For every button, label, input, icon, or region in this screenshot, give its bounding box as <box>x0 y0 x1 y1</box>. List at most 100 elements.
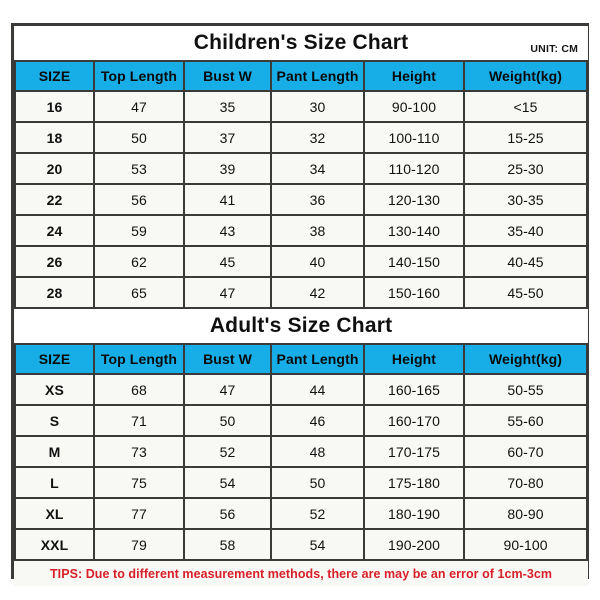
children-title-row: Children's Size Chart UNIT: CM <box>15 26 588 62</box>
tips-note: TIPS: Due to different measurement metho… <box>50 567 553 581</box>
size-value-cell: 24 <box>14 214 95 247</box>
measurement-cell: 40 <box>270 245 365 278</box>
measurement-cell: 44 <box>270 373 365 406</box>
measurement-cell: 25-30 <box>462 152 589 185</box>
measurement-cell: 42 <box>270 276 365 309</box>
column-header-weight-kg: Weight(kg) <box>462 60 589 92</box>
table-row: M 73 52 48 170-175 60-70 <box>14 435 589 468</box>
measurement-cell: 47 <box>183 373 272 406</box>
adults-header-row: SIZE Top Length Bust W Pant Length Height Wei… <box>14 343 589 375</box>
measurement-cell: 59 <box>93 214 185 247</box>
unit-label: UNIT: CM <box>530 43 579 55</box>
measurement-cell: 35-40 <box>462 214 589 247</box>
table-row: L 75 54 50 175-180 70-80 <box>14 466 589 499</box>
measurement-cell: 53 <box>93 152 185 185</box>
measurement-cell: 90-100 <box>462 528 589 561</box>
measurement-cell: 79 <box>93 528 185 561</box>
measurement-cell: 46 <box>270 404 365 437</box>
measurement-cell: 30 <box>270 90 365 123</box>
measurement-cell: 32 <box>270 121 365 154</box>
measurement-cell: 52 <box>183 435 272 468</box>
measurement-cell: 34 <box>270 152 365 185</box>
adults-chart-title: Adult's Size Chart <box>209 314 393 337</box>
measurement-cell: 50 <box>270 466 365 499</box>
children-chart-title: Children's Size Chart <box>193 31 409 54</box>
size-chart-container: Children's Size Chart UNIT: CM SIZE Top Len… <box>11 23 589 586</box>
measurement-cell: 45-50 <box>462 276 589 309</box>
tips-cell: TIPS: Due to different measurement metho… <box>15 559 588 586</box>
table-row: 28 65 47 42 150-160 45-50 <box>14 276 589 309</box>
table-row: XL 77 56 52 180-190 80-90 <box>14 497 589 530</box>
measurement-cell: 41 <box>183 183 272 216</box>
column-header-top-length: Top Length <box>93 60 185 92</box>
measurement-cell: 30-35 <box>462 183 589 216</box>
adults-title-cell: Adult's Size Chart <box>15 307 588 345</box>
measurement-cell: 75 <box>93 466 185 499</box>
column-header-bust-w: Bust W <box>183 343 272 375</box>
table-row: 26 62 45 40 140-150 40-45 <box>14 245 589 278</box>
measurement-cell: 43 <box>183 214 272 247</box>
column-header-top-length: Top Length <box>93 343 185 375</box>
measurement-cell: 170-175 <box>363 435 465 468</box>
measurement-cell: 47 <box>93 90 185 123</box>
column-header-bust-w: Bust W <box>183 60 272 92</box>
size-value-cell: S <box>14 404 95 437</box>
table-row: 20 53 39 34 110-120 25-30 <box>14 152 589 185</box>
children-title-cell: Children's Size Chart UNIT: CM <box>15 26 588 62</box>
measurement-cell: 50 <box>93 121 185 154</box>
column-header-pant-length: Pant Length <box>270 343 365 375</box>
table-row: 16 47 35 30 90-100 <15 <box>14 90 589 123</box>
table-row: 18 50 37 32 100-110 15-25 <box>14 121 589 154</box>
size-chart-table: Children's Size Chart UNIT: CM SIZE Top Len… <box>14 26 589 586</box>
column-header-size: SIZE <box>14 60 95 92</box>
size-value-cell: XXL <box>14 528 95 561</box>
measurement-cell: 150-160 <box>363 276 465 309</box>
measurement-cell: 40-45 <box>462 245 589 278</box>
column-header-size: SIZE <box>14 343 95 375</box>
measurement-cell: 190-200 <box>363 528 465 561</box>
measurement-cell: 36 <box>270 183 365 216</box>
measurement-cell: 45 <box>183 245 272 278</box>
measurement-cell: 54 <box>183 466 272 499</box>
measurement-cell: 35 <box>183 90 272 123</box>
measurement-cell: 65 <box>93 276 185 309</box>
table-row: 22 56 41 36 120-130 30-35 <box>14 183 589 216</box>
measurement-cell: 130-140 <box>363 214 465 247</box>
measurement-cell: 110-120 <box>363 152 465 185</box>
measurement-cell: 77 <box>93 497 185 530</box>
measurement-cell: 160-170 <box>363 404 465 437</box>
measurement-cell: 38 <box>270 214 365 247</box>
measurement-cell: 71 <box>93 404 185 437</box>
column-header-pant-length: Pant Length <box>270 60 365 92</box>
measurement-cell: 140-150 <box>363 245 465 278</box>
size-value-cell: L <box>14 466 95 499</box>
measurement-cell: 52 <box>270 497 365 530</box>
measurement-cell: 62 <box>93 245 185 278</box>
measurement-cell: <15 <box>462 90 589 123</box>
measurement-cell: 56 <box>183 497 272 530</box>
measurement-cell: 56 <box>93 183 185 216</box>
table-row: XS 68 47 44 160-165 50-55 <box>14 373 589 406</box>
measurement-cell: 15-25 <box>462 121 589 154</box>
measurement-cell: 58 <box>183 528 272 561</box>
measurement-cell: 68 <box>93 373 185 406</box>
tips-row: TIPS: Due to different measurement metho… <box>15 559 588 586</box>
measurement-cell: 175-180 <box>363 466 465 499</box>
column-header-height: Height <box>363 343 465 375</box>
measurement-cell: 50 <box>183 404 272 437</box>
measurement-cell: 73 <box>93 435 185 468</box>
table-row: 24 59 43 38 130-140 35-40 <box>14 214 589 247</box>
measurement-cell: 60-70 <box>462 435 589 468</box>
adults-title-row: Adult's Size Chart <box>15 307 588 345</box>
size-value-cell: XL <box>14 497 95 530</box>
size-value-cell: 22 <box>14 183 95 216</box>
measurement-cell: 70-80 <box>462 466 589 499</box>
measurement-cell: 47 <box>183 276 272 309</box>
size-value-cell: 20 <box>14 152 95 185</box>
measurement-cell: 160-165 <box>363 373 465 406</box>
table-row: XXL 79 58 54 190-200 90-100 <box>14 528 589 561</box>
measurement-cell: 80-90 <box>462 497 589 530</box>
children-header-row: SIZE Top Length Bust W Pant Length Height Wei… <box>14 60 589 92</box>
measurement-cell: 39 <box>183 152 272 185</box>
measurement-cell: 180-190 <box>363 497 465 530</box>
